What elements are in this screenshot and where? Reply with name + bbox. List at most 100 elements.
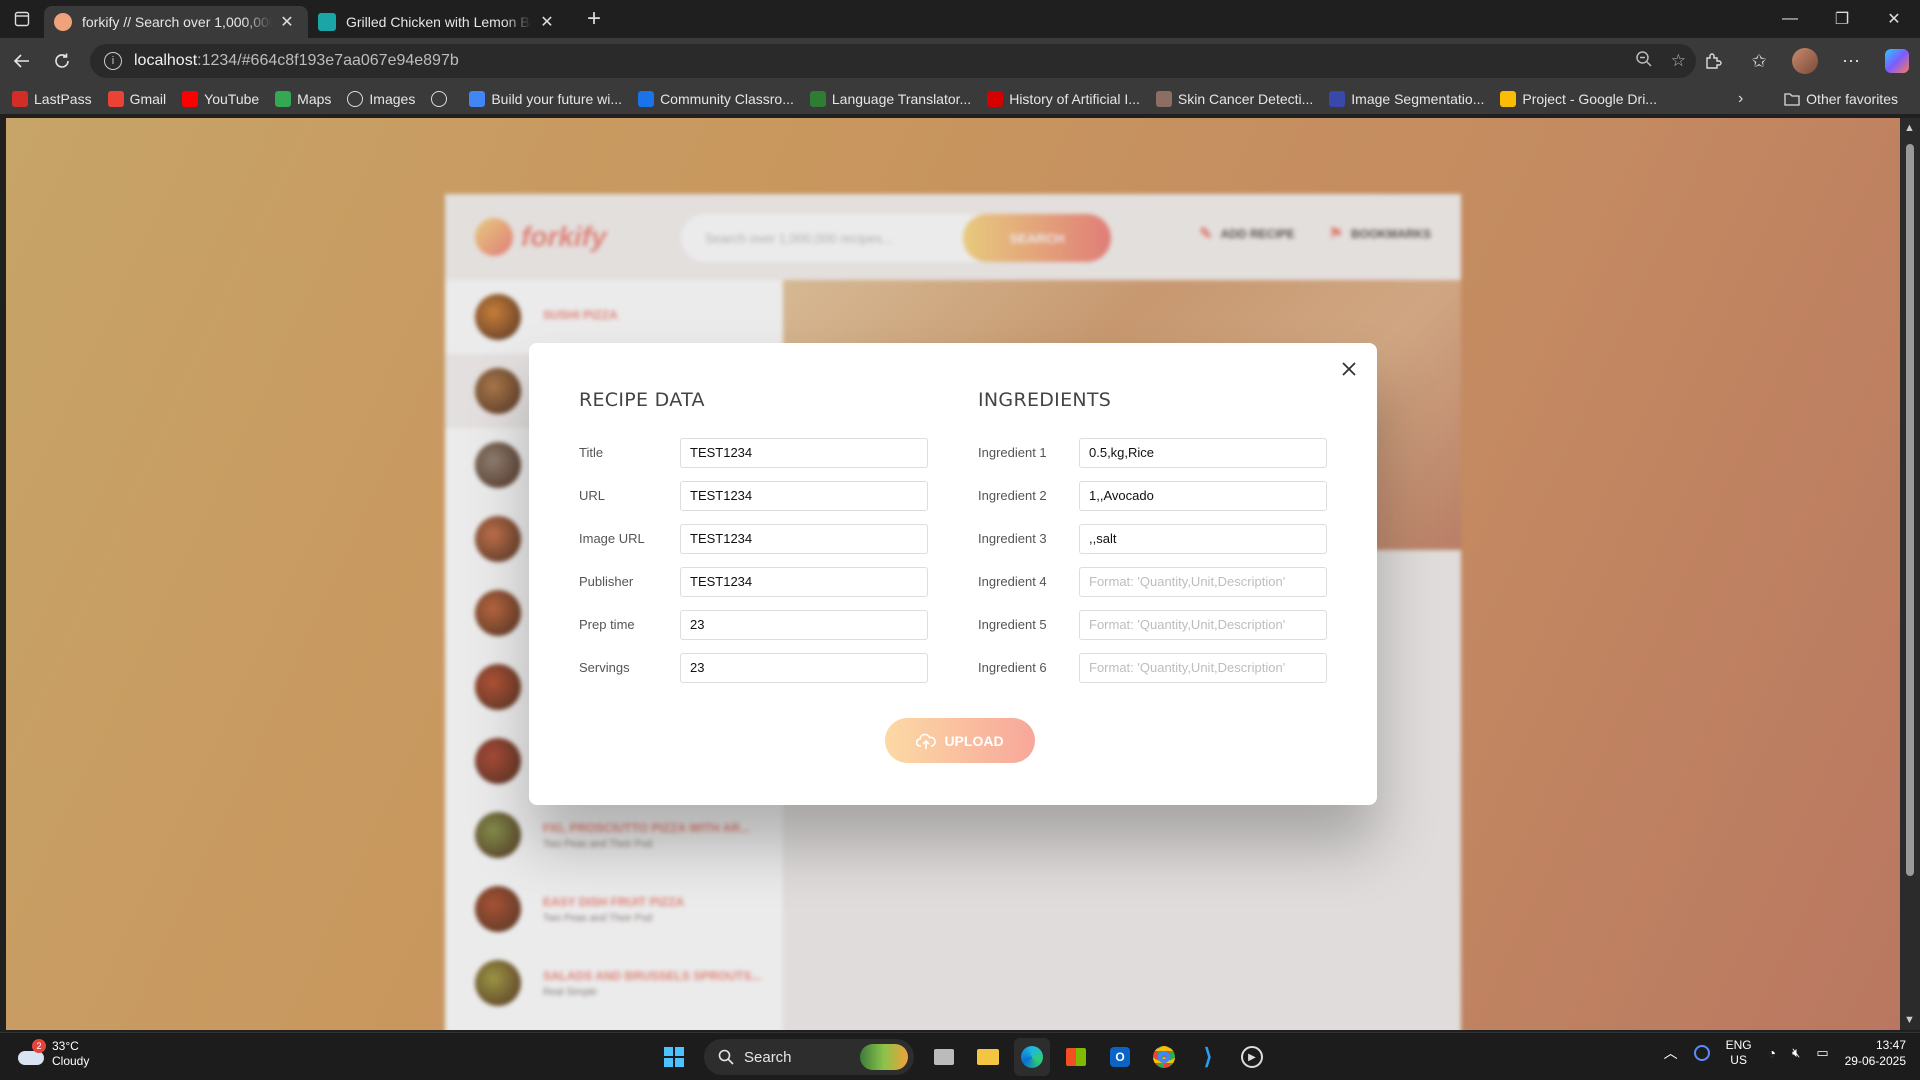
clock-time: 13:47 <box>1875 1038 1906 1052</box>
microsoft-store-icon[interactable] <box>1058 1038 1094 1076</box>
edge-icon[interactable] <box>1014 1038 1050 1076</box>
recipe-field-input-4[interactable] <box>680 566 928 597</box>
site-info-icon[interactable]: i <box>104 52 122 70</box>
tab-title: forkify // Search over 1,000,000 recipes <box>82 14 272 30</box>
recipe-field-input-1[interactable] <box>680 437 928 468</box>
recipe-field-label: Prep time <box>579 617 635 632</box>
outlook-icon[interactable]: O <box>1102 1038 1138 1076</box>
copilot-button[interactable] <box>1874 38 1920 84</box>
task-view-icon[interactable] <box>926 1038 962 1076</box>
ingredient-field-label: Ingredient 5 <box>978 617 1047 632</box>
clock[interactable]: 13:47 29-06-2025 <box>1845 1037 1906 1069</box>
toolbar-right: ✩ ⋯ <box>1690 38 1920 84</box>
taskbar-search[interactable]: Search <box>704 1039 914 1075</box>
weather-badge: 2 <box>32 1039 46 1053</box>
ingredients-heading: INGREDIENTS <box>978 389 1112 411</box>
close-modal-icon[interactable] <box>1335 355 1363 383</box>
start-icon[interactable] <box>656 1038 692 1076</box>
cloud-icon: 2 <box>18 1039 46 1065</box>
recipe-field-input-6[interactable] <box>680 652 928 683</box>
ingredient-field-input-6[interactable] <box>1079 652 1327 683</box>
google-icon <box>469 91 486 107</box>
weather-widget[interactable]: 2 33°C Cloudy <box>18 1039 89 1069</box>
new-tab-icon[interactable]: + <box>576 3 612 35</box>
bookmark-item[interactable]: LastPass <box>4 84 100 114</box>
page-scrollbar[interactable]: ▲ ▼ <box>1900 118 1920 1030</box>
bookmark-item[interactable] <box>423 84 461 114</box>
media-player-icon[interactable]: ▶ <box>1234 1038 1270 1076</box>
bookmark-item[interactable]: Project - Google Dri... <box>1492 84 1665 114</box>
zoom-icon[interactable] <box>1635 50 1653 73</box>
bookmark-item[interactable]: YouTube <box>174 84 267 114</box>
taskbar-search-label: Search <box>744 1048 792 1066</box>
bookmark-item[interactable]: Gmail <box>100 84 175 114</box>
file-explorer-icon[interactable] <box>970 1038 1006 1076</box>
ingredient-field-input-1[interactable] <box>1079 437 1327 468</box>
scrollbar-thumb[interactable] <box>1906 144 1914 876</box>
ingredients-section: INGREDIENTS Ingredient 1 Ingredient 2 Ingr… <box>978 389 1327 689</box>
other-favorites-label: Other favorites <box>1806 91 1898 107</box>
language-indicator[interactable]: ENG US <box>1726 1038 1752 1068</box>
bookmark-item[interactable]: Images <box>339 84 423 114</box>
recipe-field-input-2[interactable] <box>680 480 928 511</box>
reload-icon[interactable] <box>42 43 82 79</box>
bookmark-item[interactable]: Image Segmentatio... <box>1321 84 1492 114</box>
ingredient-field-input-5[interactable] <box>1079 609 1327 640</box>
lastpass-icon <box>12 91 28 107</box>
profile-button[interactable] <box>1782 38 1828 84</box>
ingredient-field-label: Ingredient 4 <box>978 574 1047 589</box>
bookmark-item[interactable]: Skin Cancer Detecti... <box>1148 84 1321 114</box>
taskbar-apps: Search O ⟩ ▶ <box>656 1038 1270 1076</box>
minimize-icon[interactable]: — <box>1764 0 1816 38</box>
bookmark-label: Gmail <box>129 91 167 107</box>
recipe-field-row: Publisher <box>579 560 928 603</box>
ingredient-field-input-2[interactable] <box>1079 480 1327 511</box>
bookmark-label: Maps <box>297 91 332 107</box>
ingredient-field-input-4[interactable] <box>1079 566 1327 597</box>
globe-icon <box>431 91 448 107</box>
close-tab-icon[interactable]: ✕ <box>276 11 298 33</box>
close-tab-icon[interactable]: ✕ <box>536 11 558 33</box>
recipe-field-label: Image URL <box>579 531 645 546</box>
recipe-field-input-5[interactable] <box>680 609 928 640</box>
more-menu-icon[interactable]: ⋯ <box>1828 38 1874 84</box>
close-window-icon[interactable]: ✕ <box>1868 0 1920 38</box>
scroll-up-icon[interactable]: ▲ <box>1904 122 1915 134</box>
favorite-star-icon[interactable]: ☆ <box>1671 51 1686 71</box>
window-controls: — ❐ ✕ <box>1764 0 1920 38</box>
volume-muted-icon[interactable]: 🔇︎ <box>1792 1045 1800 1061</box>
battery-icon[interactable]: ▭ <box>1816 1045 1828 1061</box>
bookmark-label: Skin Cancer Detecti... <box>1177 91 1314 107</box>
upload-label: UPLOAD <box>944 732 1004 749</box>
restore-icon[interactable]: ❐ <box>1816 0 1868 38</box>
show-hidden-icons-chevron-icon[interactable]: ︿ <box>1664 1043 1678 1063</box>
bookmark-item[interactable]: Community Classro... <box>630 84 802 114</box>
search-icon <box>718 1049 734 1065</box>
back-icon[interactable] <box>2 43 42 79</box>
wifi-icon[interactable]: ◔ <box>1768 1045 1776 1061</box>
tab-strip: forkify // Search over 1,000,000 recipes… <box>0 0 1920 38</box>
drive-icon <box>1500 91 1517 107</box>
vscode-icon[interactable]: ⟩ <box>1190 1038 1226 1076</box>
address-bar[interactable]: i localhost:1234/#664c8f193e7aa067e94e89… <box>90 44 1696 78</box>
favorites-icon[interactable]: ✩ <box>1736 38 1782 84</box>
upload-button[interactable]: UPLOAD <box>885 718 1035 763</box>
more-bookmarks-chevron-icon[interactable]: › <box>1738 84 1743 114</box>
scroll-down-icon[interactable]: ▼ <box>1904 1014 1915 1026</box>
ingredient-field-input-3[interactable] <box>1079 523 1327 554</box>
tab-actions-button[interactable] <box>0 0 44 38</box>
recipe-field-input-3[interactable] <box>680 523 928 554</box>
bookmark-item[interactable]: Language Translator... <box>802 84 979 114</box>
extensions-icon[interactable] <box>1690 38 1736 84</box>
tab-grilled-chicken[interactable]: Grilled Chicken with Lemon Basil Dressin… <box>308 6 568 38</box>
other-favorites[interactable]: Other favorites <box>1776 84 1906 114</box>
browser-toolbar: i localhost:1234/#664c8f193e7aa067e94e89… <box>0 38 1920 84</box>
bookmark-item[interactable]: Maps <box>267 84 339 114</box>
recipe-field-label: URL <box>579 488 606 503</box>
clock-app-icon[interactable] <box>1693 1045 1710 1061</box>
bookmark-item[interactable]: History of Artificial I... <box>979 84 1148 114</box>
bookmark-item[interactable]: Build your future wi... <box>461 84 630 114</box>
chrome-icon[interactable] <box>1146 1038 1182 1076</box>
maps-icon <box>275 91 292 107</box>
tab-forkify[interactable]: forkify // Search over 1,000,000 recipes… <box>44 6 308 38</box>
